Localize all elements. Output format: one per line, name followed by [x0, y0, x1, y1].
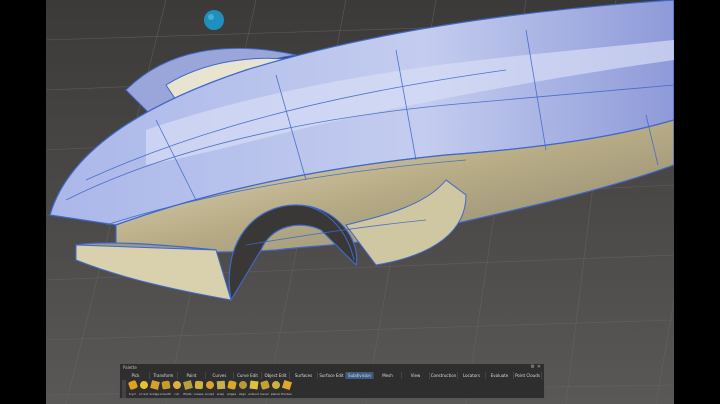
- tool-bridge[interactable]: bridge: [149, 380, 160, 398]
- tool-cut[interactable]: cut: [172, 380, 182, 398]
- palette-tabs: Pick Transform Paint Curves Curve Edit Object…: [122, 372, 542, 379]
- palette-tools: tcycl cd ext bridge smooth cut fillets crease s…: [127, 379, 293, 398]
- car-model-render: [46, 0, 674, 404]
- tool-icon: [281, 379, 293, 391]
- tab-view[interactable]: View: [402, 372, 430, 379]
- tool-label: smooth: [160, 392, 172, 396]
- tool-icon: [172, 380, 182, 390]
- tool-icon: [204, 379, 216, 391]
- tool-icon: [249, 380, 259, 390]
- tab-surface-edit[interactable]: Surface Edit: [318, 372, 346, 379]
- tool-label: bevel: [260, 392, 269, 396]
- tool-thicken[interactable]: thicken: [281, 379, 293, 398]
- tab-mesh[interactable]: Mesh: [374, 372, 402, 379]
- tool-snap[interactable]: snap: [216, 380, 226, 398]
- tab-locators[interactable]: Locators: [458, 372, 486, 379]
- tool-icon: [194, 380, 204, 390]
- tab-object-edit[interactable]: Object Edit: [262, 372, 290, 379]
- tool-cd-ext[interactable]: cd ext: [138, 380, 149, 398]
- tool-icon: [260, 380, 270, 390]
- tool-icon: [127, 379, 139, 391]
- tool-icon: [183, 380, 193, 390]
- tool-label: cut: [174, 392, 179, 396]
- tool-label: fillets: [183, 392, 192, 396]
- tab-surfaces[interactable]: Surfaces: [290, 372, 318, 379]
- tool-crease[interactable]: crease: [194, 380, 203, 398]
- tab-curve-edit[interactable]: Curve Edit: [234, 372, 262, 379]
- tool-align[interactable]: align: [238, 380, 248, 398]
- tab-transform[interactable]: Transform: [150, 372, 178, 379]
- tab-curves[interactable]: Curves: [206, 372, 234, 379]
- palette-title: Palette: [123, 365, 137, 370]
- tool-icon: [271, 380, 281, 390]
- tool-icon: [216, 380, 226, 390]
- tool-planar[interactable]: planar: [271, 380, 280, 398]
- tool-edges[interactable]: edges: [226, 380, 237, 398]
- tool-label: snap: [216, 392, 225, 396]
- tab-subdivision[interactable]: Subdivision: [346, 372, 374, 379]
- tab-evaluate[interactable]: Evaluate: [486, 372, 514, 379]
- tool-bevel[interactable]: bevel: [260, 380, 270, 398]
- palette-side-handle[interactable]: [122, 380, 126, 398]
- tool-label: extend: [248, 392, 259, 396]
- tool-icon: [238, 380, 248, 390]
- tab-construction[interactable]: Construction: [430, 372, 458, 379]
- tool-label: planar: [270, 392, 281, 396]
- tool-label: edges: [226, 392, 237, 396]
- tool-label: sculpt: [204, 392, 215, 396]
- tool-sculpt[interactable]: sculpt: [204, 379, 216, 398]
- tool-palette[interactable]: Palette ⚙ ✕ Pick Transform Paint Curves Curv…: [119, 363, 545, 399]
- settings-icon[interactable]: ⚙: [530, 364, 534, 370]
- tool-tcycl[interactable]: tcycl: [127, 379, 139, 398]
- tool-fillets[interactable]: fillets: [183, 380, 193, 398]
- tab-point-clouds[interactable]: Point Clouds: [514, 372, 542, 379]
- tool-extend[interactable]: extend: [248, 380, 259, 398]
- tool-label: crease: [193, 392, 204, 396]
- 3d-viewport[interactable]: [46, 0, 674, 404]
- tab-paint[interactable]: Paint: [178, 372, 206, 379]
- tool-label: cd ext: [138, 392, 149, 396]
- tool-icon: [139, 380, 149, 390]
- close-icon[interactable]: ✕: [537, 364, 541, 370]
- tool-label: thicken: [281, 392, 292, 396]
- tool-label: tcycl: [128, 392, 137, 396]
- tool-icon: [150, 380, 160, 390]
- tool-icon: [161, 380, 171, 390]
- tool-label: align: [238, 392, 247, 396]
- tool-label: bridge: [149, 392, 160, 396]
- palette-window-controls: ⚙ ✕: [530, 364, 541, 370]
- tool-smooth[interactable]: smooth: [160, 380, 172, 398]
- tab-pick[interactable]: Pick: [122, 372, 150, 379]
- tool-icon: [227, 380, 237, 390]
